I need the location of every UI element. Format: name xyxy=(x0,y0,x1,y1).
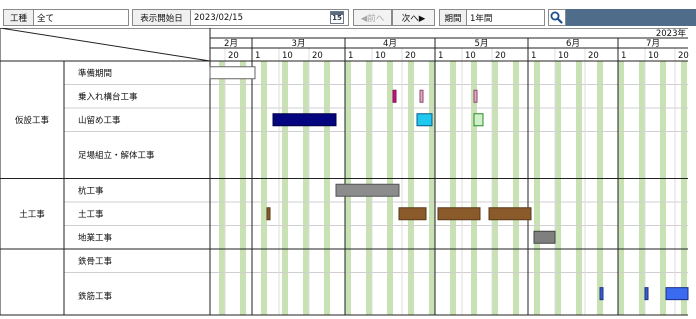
schedule-bar xyxy=(209,66,256,80)
day-tick-label: 20 xyxy=(228,51,239,61)
weekend-stripe xyxy=(663,61,666,315)
task-label: 乗入れ構台工事 xyxy=(78,91,138,102)
type-label: 工種 xyxy=(3,9,34,26)
toolbar: 工種 全て 表示開始日 2023/02/15 15 ◀前へ 次へ▶ 期間 1年間 xyxy=(0,0,696,28)
group-label: 仮設工事 xyxy=(15,115,50,126)
schedule-bar xyxy=(644,287,649,301)
schedule-bar xyxy=(665,287,689,301)
schedule-bar xyxy=(419,89,424,103)
weekend-stripe xyxy=(219,61,222,315)
period-select[interactable]: 1年間 xyxy=(466,9,545,26)
day-tick-label: 20 xyxy=(495,51,506,61)
task-label: 鉄筋工事 xyxy=(78,291,113,302)
schedule-bar xyxy=(533,230,556,244)
task-label: 土工事 xyxy=(78,209,104,220)
schedule-bar xyxy=(473,113,484,127)
weekend-stripe xyxy=(660,61,663,315)
prev-button[interactable]: ◀前へ xyxy=(353,9,392,26)
task-label: 杭工事 xyxy=(78,185,104,196)
weekend-stripe xyxy=(327,61,330,315)
task-label: 鉄骨工事 xyxy=(78,256,113,267)
weekend-stripe xyxy=(411,61,414,315)
year-label: 2023年 xyxy=(656,28,687,39)
day-tick-label: 1 xyxy=(255,51,260,61)
day-tick-label: 1 xyxy=(438,51,443,61)
schedule-bar xyxy=(335,183,400,197)
weekend-stripe xyxy=(282,61,285,315)
weekend-stripe xyxy=(408,61,411,315)
calendar-icon[interactable]: 15 xyxy=(330,11,344,24)
weekend-stripe xyxy=(240,61,243,315)
period-label: 期間 xyxy=(439,9,467,26)
day-tick-label: 10 xyxy=(648,51,659,61)
task-label: 準備期間 xyxy=(78,68,112,79)
day-tick-label: 20 xyxy=(678,51,689,61)
weekend-stripe xyxy=(639,61,642,315)
day-tick-label: 20 xyxy=(588,51,599,61)
schedule-bar xyxy=(437,207,481,221)
schedule-bar xyxy=(266,207,271,221)
schedule-bar xyxy=(473,89,478,103)
schedule-bar xyxy=(416,113,433,127)
day-tick-label: 10 xyxy=(558,51,569,61)
weekend-stripe xyxy=(429,61,432,315)
next-button[interactable]: 次へ▶ xyxy=(392,9,435,26)
group-label: 土工事 xyxy=(19,209,45,220)
start-date-label: 表示開始日 xyxy=(132,9,191,26)
weekend-stripe xyxy=(621,61,624,315)
search-icon xyxy=(550,11,563,24)
weekend-stripe xyxy=(576,61,579,315)
weekend-stripe xyxy=(684,61,687,315)
weekend-stripe xyxy=(495,61,498,315)
task-label: 足場組立・解体工事 xyxy=(78,150,155,161)
search-button[interactable] xyxy=(548,9,566,26)
weekend-stripe xyxy=(558,61,561,315)
day-tick-label: 1 xyxy=(621,51,626,61)
schedule-bar xyxy=(488,207,532,221)
day-tick-label: 10 xyxy=(465,51,476,61)
task-label: 山留め工事 xyxy=(78,115,121,126)
type-select[interactable]: 全て xyxy=(33,9,129,26)
weekend-stripe xyxy=(450,61,453,315)
calendar-day-text: 15 xyxy=(332,14,342,22)
weekend-stripe xyxy=(600,61,603,315)
gantt-svg: 2023年2月 3月 4月 5月 6月 7月20 1 10 20 1 10 20 1 10 20 1 10 20 1… xyxy=(0,27,696,316)
weekend-stripe xyxy=(537,61,540,315)
schedule-bar xyxy=(272,113,337,127)
header-status-bar xyxy=(566,9,696,26)
weekend-stripe xyxy=(597,61,600,315)
day-tick-label: 20 xyxy=(405,51,416,61)
day-tick-label: 1 xyxy=(531,51,536,61)
weekend-stripe xyxy=(264,61,267,315)
weekend-stripe xyxy=(516,61,519,315)
weekend-stripe xyxy=(285,61,288,315)
weekend-stripe xyxy=(303,61,306,315)
weekend-stripe xyxy=(579,61,582,315)
start-date-input[interactable]: 2023/02/15 xyxy=(190,9,349,26)
weekend-stripe xyxy=(243,61,246,315)
schedule-bar xyxy=(392,89,397,103)
schedule-bar xyxy=(599,287,604,301)
weekend-stripe xyxy=(453,61,456,315)
schedule-bar xyxy=(398,207,427,221)
day-tick-label: 10 xyxy=(282,51,293,61)
weekend-stripe xyxy=(534,61,537,315)
weekend-stripe xyxy=(681,61,684,315)
day-tick-label: 10 xyxy=(375,51,386,61)
weekend-stripe xyxy=(324,61,327,315)
day-tick-label: 20 xyxy=(312,51,323,61)
weekend-stripe xyxy=(513,61,516,315)
gantt-chart: 2023年 2月 3月 4月 5月 6月 7月 20 1 10 20 1 10 20 1 10 20 1 10 20 1… xyxy=(0,27,696,316)
weekend-stripe xyxy=(261,61,264,315)
task-label: 地業工事 xyxy=(78,232,113,243)
day-tick-label: 1 xyxy=(348,51,353,61)
